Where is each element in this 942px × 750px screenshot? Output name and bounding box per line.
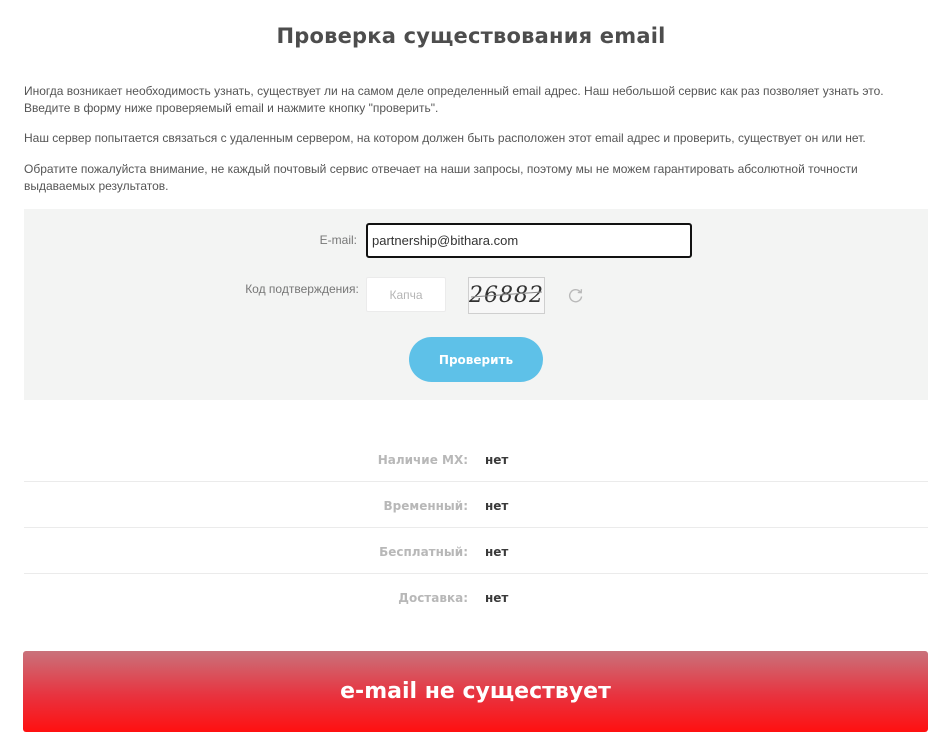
result-value: нет <box>485 453 509 467</box>
check-form: E-mail: Код подтверждения: 26882 Провери… <box>24 209 928 400</box>
intro-paragraph-3: Обратите пожалуйста внимание, не каждый … <box>24 162 858 193</box>
result-value: нет <box>485 591 509 605</box>
captcha-input[interactable] <box>366 277 446 312</box>
result-row-free: Бесплатный: нет <box>24 528 928 574</box>
captcha-image: 26882 <box>468 277 545 314</box>
email-label: E-mail: <box>319 233 357 247</box>
refresh-icon[interactable] <box>567 286 585 304</box>
result-label: Бесплатный: <box>379 545 468 559</box>
intro-paragraph-1: Иногда возникает необходимость узнать, с… <box>24 84 884 115</box>
email-input[interactable] <box>366 223 692 258</box>
result-label: Временный: <box>383 499 468 513</box>
verdict-banner: e-mail не существует <box>23 651 928 732</box>
check-button[interactable]: Проверить <box>409 337 543 382</box>
result-value: нет <box>485 545 509 559</box>
result-row-delivery: Доставка: нет <box>24 574 928 620</box>
result-label: Доставка: <box>398 591 468 605</box>
page-title: Проверка существования email <box>276 24 666 48</box>
result-row-temporary: Временный: нет <box>24 482 928 528</box>
result-value: нет <box>485 499 509 513</box>
results-table: Наличие MX: нет Временный: нет Бесплатны… <box>24 436 928 620</box>
result-label: Наличие MX: <box>377 453 468 467</box>
captcha-label: Код подтверждения: <box>245 282 359 296</box>
intro-paragraph-2: Наш сервер попытается связаться с удален… <box>24 131 866 145</box>
result-row-mx: Наличие MX: нет <box>24 436 928 482</box>
